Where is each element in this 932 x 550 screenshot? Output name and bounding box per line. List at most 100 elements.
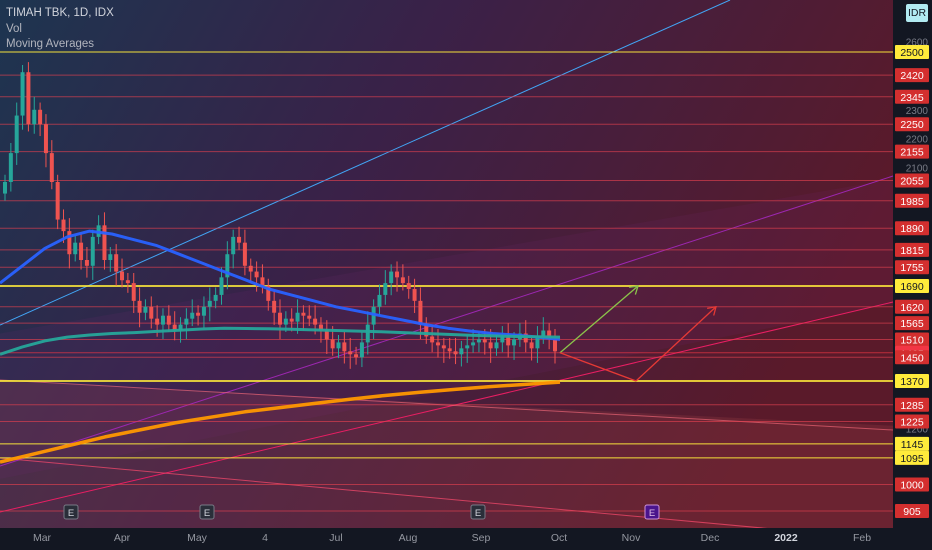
candle — [20, 72, 25, 116]
price-scale-label: 2200 — [906, 135, 929, 146]
candle — [377, 294, 382, 307]
candle — [354, 354, 359, 358]
price-badge-text: 1370 — [900, 376, 924, 388]
candle — [254, 271, 259, 278]
candle — [482, 339, 487, 343]
price-scale-label: 2300 — [906, 106, 929, 117]
candle — [196, 312, 201, 316]
time-axis-label: Sep — [472, 532, 491, 544]
candle — [283, 318, 288, 325]
candle — [219, 277, 224, 295]
candle — [278, 312, 282, 325]
candle — [8, 153, 13, 182]
candle — [289, 318, 294, 322]
currency-badge[interactable]: IDR — [906, 4, 928, 22]
candle — [143, 306, 148, 313]
price-badge-text: 2420 — [900, 70, 924, 82]
candle — [114, 254, 119, 272]
chart-canvas[interactable]: 2600230022002100120025002420234522502155… — [0, 0, 932, 550]
candle — [476, 339, 481, 343]
candle — [330, 339, 335, 349]
candle — [201, 306, 206, 316]
price-badge-text: 905 — [903, 506, 921, 518]
candle — [3, 182, 7, 194]
candle — [307, 315, 312, 319]
price-badge-text: 1565 — [900, 318, 924, 330]
candle — [459, 348, 464, 355]
candle — [435, 342, 440, 346]
candle — [406, 283, 411, 289]
symbol-title[interactable]: TIMAH TBK, 1D, IDX — [6, 6, 114, 22]
chart-legend: TIMAH TBK, 1D, IDX Vol Moving Averages — [6, 6, 114, 53]
candle — [102, 225, 107, 260]
earnings-marker-label: E — [475, 508, 481, 519]
candle — [389, 271, 394, 284]
candle — [272, 300, 277, 313]
candle — [149, 306, 154, 319]
candle — [453, 351, 458, 355]
price-badge-text: 1225 — [900, 417, 924, 429]
candle — [55, 182, 60, 220]
volume-indicator-label[interactable]: Vol — [6, 22, 114, 38]
candle — [242, 242, 247, 266]
moving-averages-indicator-label[interactable]: Moving Averages — [6, 37, 114, 53]
price-badge-text: 1755 — [900, 262, 924, 274]
candle — [553, 339, 557, 352]
candle — [166, 315, 171, 325]
price-badge-text: 1000 — [900, 479, 924, 491]
price-badge-text: 1145 — [901, 439, 924, 451]
candle — [120, 271, 125, 281]
price-badge-text: 1510 — [900, 334, 924, 346]
time-axis-label: Apr — [114, 532, 131, 544]
candle — [213, 294, 218, 301]
earnings-marker-label: E — [68, 508, 74, 519]
candle — [43, 124, 48, 154]
price-badge-text: 1690 — [900, 281, 924, 293]
time-axis-label: 4 — [262, 532, 268, 544]
candle — [383, 283, 388, 295]
price-badge-text: 2500 — [900, 47, 924, 59]
price-badge-text: 1620 — [900, 302, 924, 314]
candle — [529, 342, 534, 349]
candle — [155, 318, 160, 325]
earnings-marker-label: E — [204, 508, 210, 519]
candle — [400, 277, 405, 284]
candle — [32, 109, 37, 125]
candle — [441, 345, 446, 349]
candle — [231, 236, 236, 255]
candle — [348, 351, 353, 355]
candle — [395, 271, 400, 278]
candle — [190, 312, 195, 319]
candle — [73, 242, 78, 255]
candle — [184, 318, 189, 325]
price-badge-text: 1450 — [900, 352, 924, 364]
candle — [512, 339, 517, 346]
earnings-marker-label: E — [649, 508, 655, 519]
candle — [108, 254, 113, 260]
candle — [38, 109, 43, 125]
candle — [301, 312, 306, 316]
candle — [90, 236, 95, 266]
candle — [430, 336, 435, 343]
candle — [26, 72, 31, 125]
candle — [248, 265, 253, 272]
time-axis-label: Oct — [551, 532, 567, 544]
price-badge-text: 2345 — [900, 92, 924, 104]
price-badge-text: 2250 — [900, 119, 924, 131]
time-axis-label: Dec — [701, 532, 720, 544]
candle — [447, 348, 452, 352]
candle — [131, 283, 136, 301]
candle — [207, 300, 212, 307]
candle — [359, 342, 364, 358]
candle — [488, 342, 493, 349]
candle — [237, 236, 242, 243]
price-scale-background — [893, 0, 932, 550]
chart[interactable]: 2600 2300 2200 2100 1200 2500 2420 2345 2250 2155… — [0, 0, 932, 550]
candle — [471, 342, 476, 346]
candle — [465, 345, 470, 349]
candle — [313, 318, 318, 325]
candle — [49, 153, 54, 182]
price-badge-text: 1285 — [900, 400, 924, 412]
price-badge-text: 2055 — [900, 176, 924, 188]
candle — [79, 242, 84, 260]
